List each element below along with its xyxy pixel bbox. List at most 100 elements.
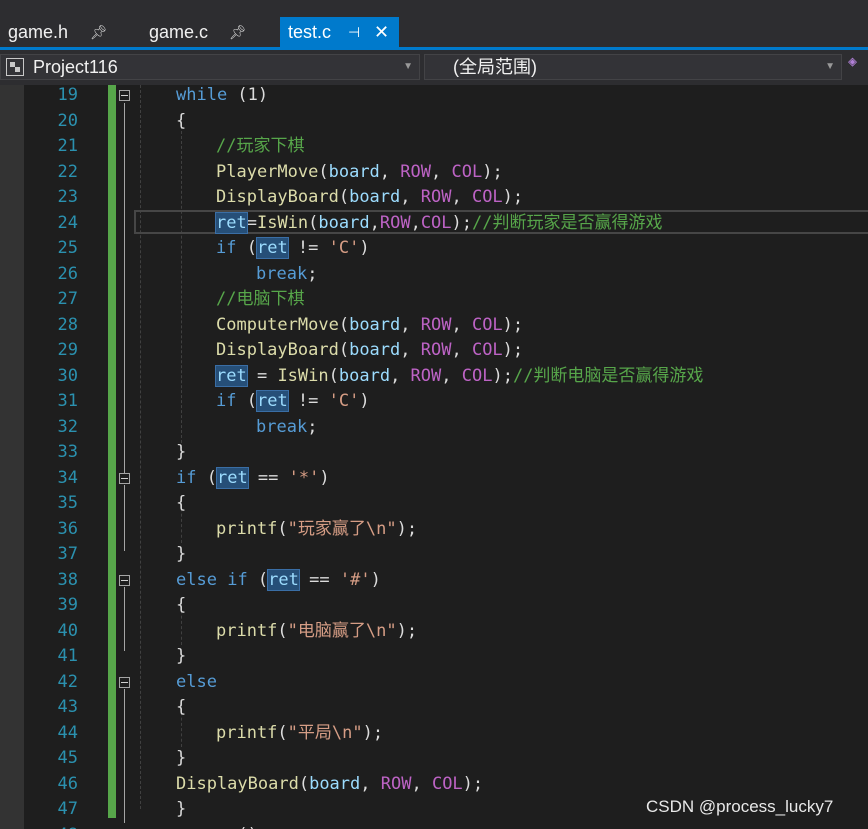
code-line[interactable]: 37} <box>0 542 868 568</box>
code-line[interactable]: 39 { <box>0 593 868 619</box>
code-text: //电脑下棋 <box>216 287 304 313</box>
code-line[interactable]: 33} <box>0 440 868 466</box>
close-icon[interactable]: ✕ <box>374 17 389 47</box>
code-text: } <box>176 797 186 823</box>
code-line[interactable]: 20 { <box>0 109 868 135</box>
code-token: if <box>227 569 248 590</box>
code-line[interactable]: 27 //电脑下棋 <box>0 287 868 313</box>
collapse-icon[interactable] <box>119 574 130 586</box>
code-token: } <box>176 748 187 768</box>
collapse-icon[interactable] <box>119 676 130 688</box>
code-token: , <box>400 314 421 335</box>
code-editor[interactable]: 19 while (1) 20{21//玩家下棋 22 PlayerMove(board… <box>0 85 868 829</box>
code-line[interactable]: 32 break; <box>0 415 868 441</box>
watermark: CSDN @process_lucky7 <box>646 797 834 816</box>
tab-game-c[interactable]: game.c 📌︎ <box>141 17 259 47</box>
code-token: , <box>379 161 401 182</box>
collapse-icon[interactable] <box>119 90 130 101</box>
code-text: printf("玩家赢了\n"); <box>216 517 417 543</box>
line-number: 47 <box>57 799 78 819</box>
code-token: ret <box>215 211 248 234</box>
code-line[interactable]: 24 ret=IsWin(board,ROW,COL);//判断玩家是否赢得游戏 <box>0 211 868 237</box>
code-text: //玩家下棋 <box>216 134 304 160</box>
pin-icon[interactable]: ⊣ <box>348 17 360 47</box>
line-number: 25 <box>57 238 78 258</box>
code-line[interactable]: 23 DisplayBoard(board, ROW, COL); <box>0 185 868 211</box>
line-number: 36 <box>57 518 78 539</box>
chevron-down-icon[interactable]: ▼ <box>403 55 413 79</box>
code-text: { <box>176 491 186 517</box>
scope-dropdown[interactable]: (全局范围) ▼ <box>424 54 842 80</box>
code-line[interactable]: 25 if (ret != 'C') <box>0 236 868 262</box>
code-line[interactable]: 40 printf("电脑赢了\n"); <box>0 619 868 645</box>
code-token: break <box>256 416 308 437</box>
code-line[interactable]: 26 break; <box>0 262 868 288</box>
code-token: , <box>410 212 421 233</box>
code-token: board <box>349 314 401 335</box>
code-line[interactable]: 48 () <box>0 823 868 829</box>
code-token: COL <box>420 212 452 233</box>
code-token: while <box>176 85 228 105</box>
code-token: board <box>309 773 361 794</box>
code-token: != <box>287 391 329 411</box>
code-token: , <box>390 365 411 386</box>
code-line[interactable]: 29 DisplayBoard(board, ROW, COL); <box>0 338 868 364</box>
collapse-icon[interactable] <box>119 472 130 484</box>
code-token: , <box>451 187 472 207</box>
code-line[interactable]: 22 PlayerMove(board, ROW, COL); <box>0 160 868 186</box>
code-token: ret <box>255 237 289 259</box>
code-line[interactable]: 21 //玩家下棋 <box>0 134 868 160</box>
code-token: ( <box>196 467 217 488</box>
code-line[interactable]: 44 printf("平局\n"); <box>0 721 868 747</box>
line-number: 34 <box>57 467 78 488</box>
line-number: 42 <box>57 671 78 692</box>
code-text: } <box>176 542 186 568</box>
tab-test-c[interactable]: test.c ⊣ ✕ <box>280 17 399 47</box>
line-number: 32 <box>57 416 78 437</box>
code-token: COL <box>431 773 463 794</box>
code-line[interactable]: 28 ComputerMove(board, ROW, COL); <box>0 313 868 339</box>
project-dropdown[interactable]: Project116 ▼ <box>0 54 420 80</box>
code-token: , <box>451 340 472 360</box>
code-line[interactable]: 38 else if (ret == '#') <box>0 568 868 594</box>
code-token: ; <box>307 416 318 437</box>
code-token: IsWin <box>277 365 329 386</box>
code-token: == <box>247 467 289 488</box>
code-token: DisplayBoard <box>216 187 339 207</box>
line-number: 44 <box>57 722 78 743</box>
code-token: () <box>176 825 257 829</box>
code-token: ROW <box>380 773 412 794</box>
code-line[interactable]: 43 { <box>0 695 868 721</box>
code-text: } <box>176 440 186 466</box>
chevron-down-icon[interactable]: ▼ <box>825 55 835 79</box>
tab-game-h[interactable]: game.h 📌︎ <box>0 17 118 47</box>
code-token: DisplayBoard <box>216 340 339 360</box>
code-line[interactable]: 36 printf("玩家赢了\n"); <box>0 517 868 543</box>
code-token: if <box>216 391 237 411</box>
code-line[interactable]: 41} <box>0 644 868 670</box>
code-text: DisplayBoard(board, ROW, COL); <box>216 185 523 211</box>
code-line[interactable]: 45} <box>0 746 868 772</box>
code-line[interactable]: 46 DisplayBoard(board, ROW, COL); <box>0 772 868 798</box>
cube-icon[interactable]: ◈ <box>848 52 857 70</box>
code-token: ( <box>318 161 329 182</box>
code-line[interactable]: 30 ret = IsWin(board, ROW, COL);//判断电脑是否赢… <box>0 364 868 390</box>
code-line[interactable]: 35 { <box>0 491 868 517</box>
line-number: 27 <box>57 289 78 309</box>
code-line[interactable]: 42 else <box>0 670 868 696</box>
tab-label: game.c <box>149 22 209 42</box>
code-token: ( <box>338 187 350 207</box>
code-token: ComputerMove <box>216 314 339 335</box>
code-token: 'C' <box>328 238 360 258</box>
code-line[interactable]: 31 if (ret != 'C') <box>0 389 868 415</box>
pin-icon[interactable]: 📌︎ <box>90 17 108 47</box>
line-number: 37 <box>57 544 78 564</box>
code-token: '*' <box>288 467 320 488</box>
line-number: 19 <box>57 85 78 105</box>
code-token: ); <box>502 314 524 335</box>
code-line[interactable]: 34 if (ret == '*') <box>0 466 868 492</box>
pin-icon[interactable]: 📌︎ <box>229 17 247 47</box>
code-token: //玩家下棋 <box>216 136 305 156</box>
code-token: ROW <box>420 314 452 335</box>
code-line[interactable]: 19 while (1) <box>0 85 868 109</box>
